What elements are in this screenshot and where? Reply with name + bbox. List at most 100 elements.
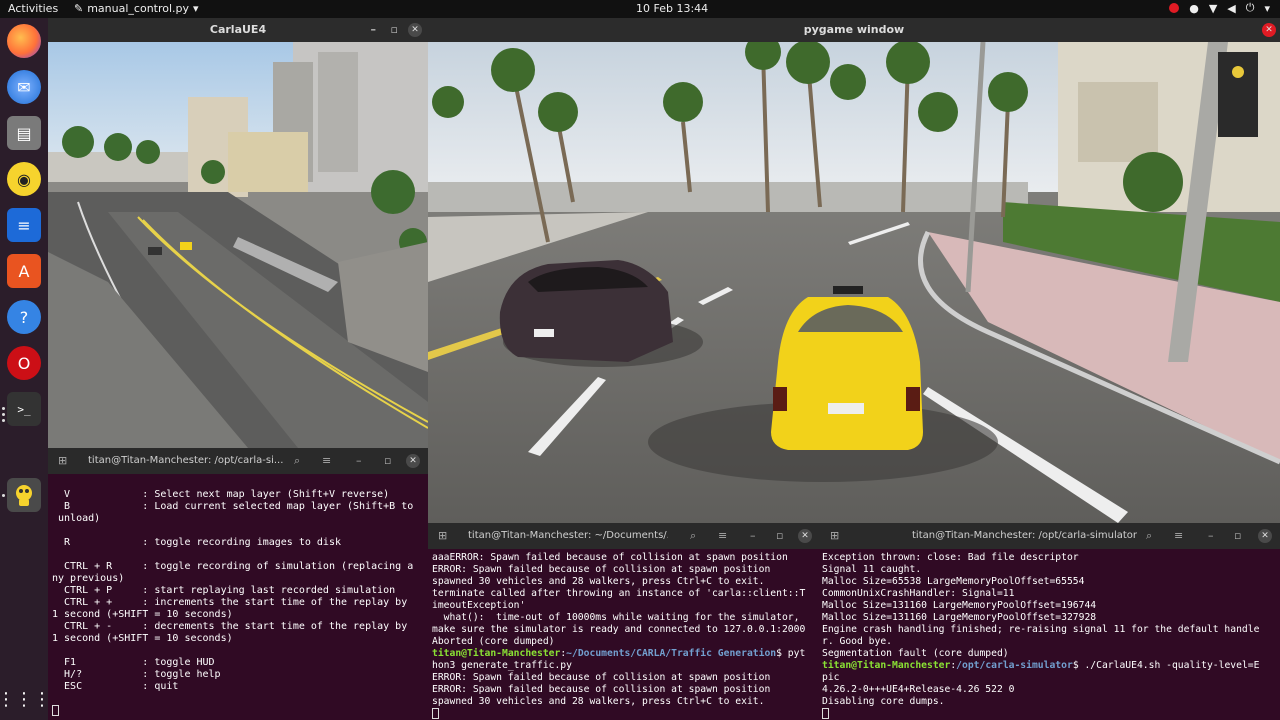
search-icon[interactable]: ⌕ [690, 529, 696, 543]
maximize-button[interactable]: ▫ [391, 23, 398, 36]
pygame-window-titlebar[interactable]: pygame window ✕ [428, 18, 1280, 42]
opera-icon[interactable]: O [7, 346, 41, 380]
volume-icon[interactable]: ◀ [1227, 2, 1235, 15]
prompt-path: ~/Documents/CARLA/Traffic Generation [566, 648, 777, 659]
terminal-title: titan@Titan-Manchester: ~/Documents/... [468, 530, 668, 541]
terminal-line: Signal 11 caught. [822, 564, 922, 575]
terminal-line: Malloc Size=131160 LargeMemoryPoolOffset… [822, 612, 1097, 623]
pygame-window[interactable]: pygame window ✕ [428, 18, 1280, 523]
hamburger-menu-icon[interactable]: ≡ [322, 454, 331, 467]
terminal-line: pic [822, 672, 840, 683]
firefox-icon[interactable] [7, 24, 41, 58]
terminal-line: V : Select next map layer (Shift+V rever… [52, 489, 390, 500]
terminal-right-window[interactable]: ⊞ titan@Titan-Manchester: /opt/carla-sim… [818, 523, 1280, 720]
terminal-output[interactable]: V : Select next map layer (Shift+V rever… [48, 474, 428, 720]
activities-button[interactable]: Activities [8, 2, 58, 15]
terminal-cursor [432, 708, 439, 719]
terminal-line: Disabling core dumps. [822, 696, 945, 707]
pygame-driving-view[interactable] [428, 42, 1280, 523]
running-indicator [2, 413, 5, 416]
terminal-line: ERROR: Spawn failed because of collision… [432, 684, 771, 695]
libreoffice-writer-icon[interactable]: ≡ [7, 208, 41, 242]
clock[interactable]: 10 Feb 13:44 [636, 2, 708, 15]
prompt-command: $ pyt [776, 648, 806, 659]
terminal-line: ERROR: Spawn failed because of collision… [432, 672, 771, 683]
close-button[interactable]: ✕ [798, 529, 812, 543]
carla-spectator-view[interactable] [48, 42, 428, 448]
recording-indicator-icon[interactable] [1169, 3, 1180, 13]
terminal-line: CommonUnixCrashHandler: Signal=11 [822, 588, 1015, 599]
app-menu[interactable]: ✎ manual_control.py ▾ [74, 2, 199, 15]
maximize-button[interactable]: ▫ [1234, 529, 1241, 542]
terminal-title: titan@Titan-Manchester: /opt/carla-si... [88, 455, 284, 466]
minimize-button[interactable]: – [356, 454, 362, 467]
terminal-line: Segmentation fault (core dumped) [822, 648, 1009, 659]
app-menu-label: manual_control.py [87, 2, 190, 15]
terminal-line: 4.26.2-0+++UE4+Release-4.26 522 0 [822, 684, 1015, 695]
terminal-line: R : toggle recording images to disk [52, 537, 341, 548]
terminal-icon[interactable]: >_ [7, 392, 41, 426]
search-icon[interactable]: ⌕ [294, 454, 300, 468]
carla-ue4-window[interactable]: CarlaUE4 – ▫ ✕ [48, 18, 428, 448]
terminal-output[interactable]: Exception thrown: close: Bad file descri… [818, 549, 1280, 720]
terminal-line: imeoutException' [432, 600, 526, 611]
hamburger-menu-icon[interactable]: ≡ [1174, 529, 1183, 542]
terminal-output[interactable]: aaaERROR: Spawn failed because of collis… [428, 549, 818, 720]
new-tab-icon[interactable]: ⊞ [830, 529, 839, 542]
minimize-button[interactable]: – [1208, 529, 1214, 542]
close-button[interactable]: ✕ [406, 454, 420, 468]
new-tab-icon[interactable]: ⊞ [438, 529, 447, 542]
carla-icon[interactable] [7, 478, 41, 512]
close-button[interactable]: ✕ [1258, 529, 1272, 543]
running-indicator [2, 494, 5, 497]
running-indicator [2, 407, 5, 410]
system-tray[interactable]: ● ▼ ◀ ⏻ ▾ [1169, 1, 1270, 15]
power-icon[interactable]: ⏻ [1246, 1, 1255, 15]
search-icon[interactable]: ⌕ [1146, 529, 1152, 543]
dark-sedan [499, 260, 673, 362]
terminal-middle-window[interactable]: ⊞ titan@Titan-Manchester: ~/Documents/..… [428, 523, 818, 720]
network-icon[interactable]: ▼ [1209, 2, 1217, 15]
terminal-line: ERROR: Spawn failed because of collision… [432, 564, 771, 575]
new-tab-icon[interactable]: ⊞ [58, 454, 67, 467]
terminal-line: what(): time-out of 10000ms while waitin… [432, 612, 800, 623]
minimize-button[interactable]: – [371, 23, 377, 36]
rhythmbox-icon[interactable]: ◉ [7, 162, 41, 196]
terminal-line: 1 second (+SHIFT = 10 seconds) [52, 609, 233, 620]
close-button[interactable]: ✕ [1262, 23, 1276, 37]
thunderbird-icon[interactable]: ✉ [7, 70, 41, 104]
hamburger-menu-icon[interactable]: ≡ [718, 529, 727, 542]
terminal-titlebar[interactable]: ⊞ titan@Titan-Manchester: /opt/carla-si.… [48, 448, 428, 474]
accessibility-icon[interactable]: ● [1189, 2, 1199, 15]
ubuntu-software-icon[interactable]: A [7, 254, 41, 288]
terminal-cursor [52, 705, 59, 716]
chevron-down-icon: ▾ [193, 2, 199, 15]
terminal-line: aaaERROR: Spawn failed because of collis… [432, 552, 788, 563]
terminal-titlebar[interactable]: ⊞ titan@Titan-Manchester: ~/Documents/..… [428, 523, 818, 549]
maximize-button[interactable]: ▫ [776, 529, 783, 542]
terminal-line: r. Good bye. [822, 636, 892, 647]
terminal-titlebar[interactable]: ⊞ titan@Titan-Manchester: /opt/carla-sim… [818, 523, 1280, 549]
help-icon[interactable]: ? [7, 300, 41, 334]
carla-window-titlebar[interactable]: CarlaUE4 – ▫ ✕ [48, 18, 428, 42]
yellow-taxi [771, 286, 923, 450]
terminal-line: ESC : quit [52, 681, 179, 692]
maximize-button[interactable]: ▫ [384, 454, 391, 467]
files-icon[interactable]: ▤ [7, 116, 41, 150]
prompt-line: titan@Titan-Manchester:/opt/carla-simula… [822, 660, 1276, 672]
terminal-line: Malloc Size=65538 LargeMemoryPoolOffset=… [822, 576, 1085, 587]
minimize-button[interactable]: – [750, 529, 756, 542]
terminal-left-window[interactable]: ⊞ titan@Titan-Manchester: /opt/carla-si.… [48, 448, 428, 720]
chevron-down-icon[interactable]: ▾ [1264, 2, 1270, 15]
show-apps-icon[interactable]: ⋮⋮⋮ [0, 682, 51, 716]
dock: ✉ ▤ ◉ ≡ A ? O >_ ⋮⋮⋮ [0, 18, 51, 720]
close-button[interactable]: ✕ [408, 23, 422, 37]
terminal-line: Malloc Size=131160 LargeMemoryPoolOffset… [822, 600, 1097, 611]
terminal-cursor [822, 708, 829, 719]
terminal-line: CTRL + - : decrements the start time of … [52, 621, 408, 632]
terminal-line: Aborted (core dumped) [432, 636, 555, 647]
